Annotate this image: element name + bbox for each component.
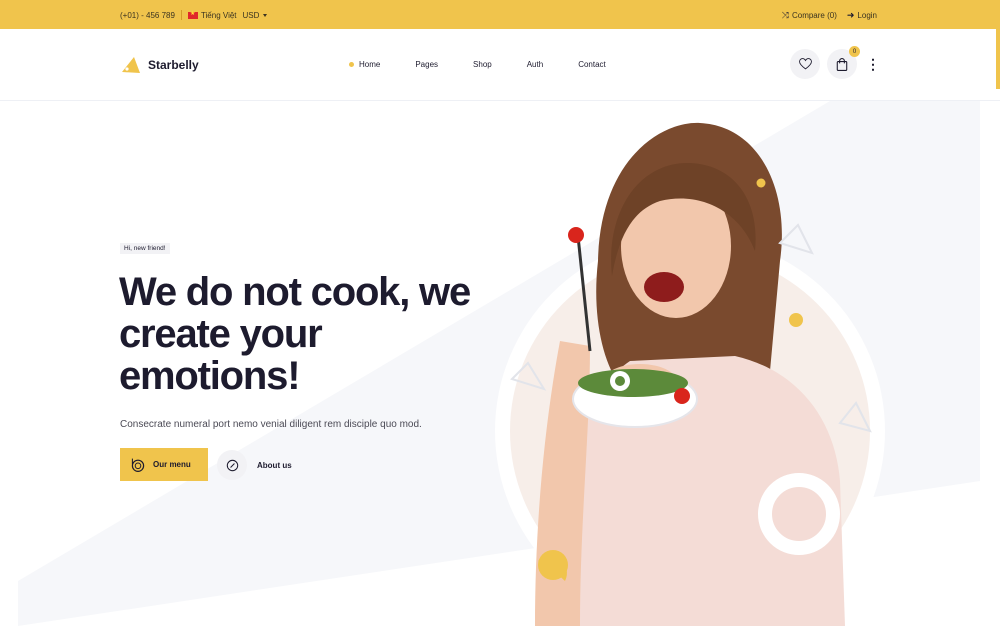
nav-label: Home [359,60,381,69]
nav-item-auth[interactable]: Auth [527,60,543,69]
dish-icon [131,458,145,472]
chevron-down-icon[interactable] [263,13,268,17]
logo-icon [122,57,140,73]
main-nav: Home Pages Shop Auth Contact [349,60,641,69]
brand-name: Starbelly [148,58,199,72]
nav-label: Pages [415,60,439,69]
compare-label: Compare (0) [791,11,837,20]
login-link[interactable]: ➜ Login [847,10,877,21]
scrollbar-thumb[interactable] [996,29,1000,89]
vietnam-flag-icon [187,10,198,19]
nav-label: Contact [578,60,606,69]
headline-line-1: We do not cook, we [119,270,471,314]
nav-item-pages[interactable]: Pages [415,60,438,69]
headline-line-2: create your [119,312,323,356]
shuffle-icon: ⤨ [781,10,789,20]
active-dot-icon [349,62,354,67]
more-menu-icon[interactable]: ⋮ [866,57,880,71]
our-menu-label: Our menu [153,460,191,469]
cart-count-badge: 0 [849,46,860,57]
cart-button[interactable]: 0 [827,46,860,79]
nav-label: Shop [473,60,492,69]
main-header: Starbelly Home Pages Shop Auth Contact 0… [0,29,1000,101]
wishlist-button[interactable] [790,49,820,79]
shopping-bag-icon [836,57,848,71]
nav-item-contact[interactable]: Contact [578,60,606,69]
about-us-label: About us [257,460,292,470]
brand-logo[interactable]: Starbelly [120,54,199,76]
phone-number[interactable]: (+01) - 456 789 [120,11,175,20]
hero-subtitle: Consecrate numeral port nemo venial dili… [120,419,422,430]
compass-icon [226,459,238,471]
our-menu-button[interactable]: Our menu [120,448,208,481]
top-bar: (+01) - 456 789 Tiếng Việt USD ⤨ Compare… [0,0,1000,29]
nav-item-shop[interactable]: Shop [473,60,492,69]
login-label: Login [857,11,877,20]
language-selector[interactable]: Tiếng Việt [201,11,237,20]
greeting-badge: Hi, new friend! [120,243,170,254]
hero-section: Hi, new friend! We do not cook, we creat… [0,101,1000,626]
nav-item-home[interactable]: Home [349,60,380,69]
divider [180,10,182,20]
heart-icon [798,58,812,70]
compare-link[interactable]: ⤨ Compare (0) [782,10,837,21]
login-icon: ➜ [846,10,855,20]
currency-selector[interactable]: USD [243,11,260,20]
about-icon-circle [217,450,247,480]
nav-label: Auth [526,60,544,69]
headline-line-3: emotions! [119,354,301,398]
about-us-link[interactable]: About us [217,450,292,480]
hero-headline: We do not cook, we create your emotions! [119,271,519,397]
